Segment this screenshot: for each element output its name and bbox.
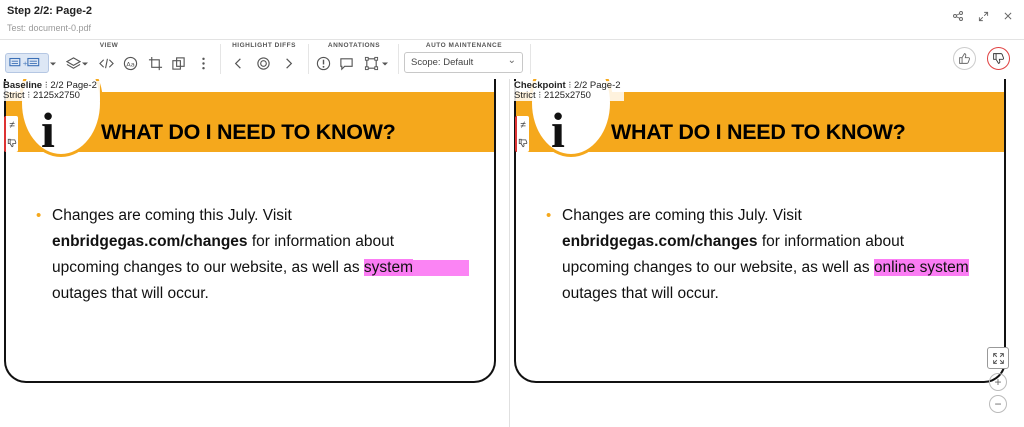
zoom-controls: + −	[987, 347, 1011, 417]
doc-heading: WHAT DO I NEED TO KNOW?	[611, 120, 906, 144]
region-dropdown-icon[interactable]	[380, 54, 390, 72]
zoom-in-button[interactable]: +	[989, 373, 1007, 391]
doc-line: Changes are coming this July. Visit	[562, 207, 802, 224]
checkpoint-label: Checkpoint ⁝ 2/2 Page-2 Strict ⁝ 2125x27…	[511, 81, 624, 101]
doc-line: enbridgegas.com/changes for information …	[52, 233, 395, 250]
baseline-panel[interactable]: WHAT DO I NEED TO KNOW? i • Changes are …	[0, 79, 510, 427]
minus-icon: −	[994, 397, 1002, 411]
view-dropdown-icon[interactable]	[48, 54, 58, 72]
checkpoint-document: WHAT DO I NEED TO KNOW? i • Changes are …	[514, 79, 1006, 383]
expand-icon[interactable]	[975, 8, 991, 24]
highlight-group: HIGHLIGHT DIFFS	[222, 40, 306, 78]
annotations-group-label: ANNOTATIONS	[327, 42, 381, 49]
doc-line: Changes are coming this July. Visit	[52, 207, 292, 224]
thumbs-down-icon	[993, 53, 1004, 64]
doc-line: outages that will occur.	[562, 285, 719, 302]
toolbar-divider	[398, 44, 399, 74]
more-options-icon[interactable]	[193, 54, 213, 72]
side-by-side-toggle[interactable]: +	[5, 53, 49, 73]
doc-heading: WHAT DO I NEED TO KNOW?	[101, 120, 396, 144]
not-equal-icon: ≠	[520, 119, 526, 131]
doc-line: upcoming changes to our website, as well…	[562, 259, 969, 276]
plus-icon: +	[994, 375, 1002, 389]
diff-marker[interactable]: ≠	[4, 116, 18, 152]
chevron-down-icon: ⌄	[507, 55, 516, 66]
svg-text:+: +	[23, 61, 28, 68]
region-icon[interactable]	[361, 54, 381, 72]
toolbar-divider	[308, 44, 309, 74]
view-group-label: VIEW	[99, 42, 119, 49]
diff-highlight[interactable]: system	[915, 259, 969, 276]
bullet-icon: •	[36, 207, 42, 224]
diff-highlight-extension[interactable]	[413, 259, 469, 276]
diff-highlight[interactable]: online	[873, 259, 916, 276]
thumbs-down-button[interactable]	[987, 47, 1010, 70]
share-icon[interactable]	[950, 8, 966, 24]
toolbar-divider	[220, 44, 221, 74]
header: Step 2/2: Page-2 Test: document-0.pdf	[0, 0, 1024, 40]
svg-text:Aa: Aa	[126, 60, 135, 68]
crop-icon[interactable]	[145, 54, 165, 72]
thumbs-down-icon	[7, 139, 17, 148]
doc-line: outages that will occur.	[52, 285, 209, 302]
not-equal-icon: ≠	[9, 119, 15, 131]
diff-marker[interactable]: ≠	[515, 116, 529, 152]
highlight-target-icon[interactable]	[253, 54, 273, 72]
toolbar-divider	[530, 44, 531, 74]
layers-dropdown-icon[interactable]	[80, 54, 90, 72]
doc-link: enbridgegas.com/changes	[52, 233, 248, 250]
highlight-group-label: HIGHLIGHT DIFFS	[232, 42, 296, 49]
zoom-out-button[interactable]: −	[989, 395, 1007, 413]
issue-icon[interactable]	[313, 54, 333, 72]
fit-icon	[992, 352, 1004, 364]
next-diff-icon[interactable]	[278, 54, 298, 72]
code-icon[interactable]	[96, 54, 116, 72]
fit-to-screen-button[interactable]	[987, 347, 1009, 369]
doc-line: upcoming changes to our website, as well…	[52, 255, 492, 281]
info-icon: i	[551, 102, 565, 158]
header-actions	[950, 8, 1016, 24]
bullet-icon: •	[546, 207, 552, 224]
doc-body: • Changes are coming this July. Visit en…	[36, 203, 492, 307]
copy-icon[interactable]	[168, 54, 188, 72]
baseline-document: WHAT DO I NEED TO KNOW? i • Changes are …	[4, 79, 496, 383]
text-compare-icon[interactable]: Aa	[120, 54, 140, 72]
baseline-label: Baseline ⁝ 2/2 Page-2 Strict ⁝ 2125x2750	[0, 81, 100, 101]
prev-diff-icon[interactable]	[228, 54, 248, 72]
scope-select[interactable]: Scope: Default ⌄	[404, 52, 523, 73]
doc-body: • Changes are coming this July. Visit en…	[546, 203, 1002, 307]
view-group: VIEW + Aa	[0, 40, 218, 78]
thumbs-up-button[interactable]	[953, 47, 976, 70]
page-title: Step 2/2: Page-2	[7, 5, 92, 17]
toolbar: VIEW + Aa HIGHLIGHT DIFFS ANNOTATIONS AU…	[0, 40, 1024, 78]
checkpoint-panel[interactable]: WHAT DO I NEED TO KNOW? i • Changes are …	[511, 79, 1024, 427]
annotations-group: ANNOTATIONS	[310, 40, 398, 78]
close-icon[interactable]	[1000, 8, 1016, 24]
scope-value: Scope: Default	[411, 57, 474, 68]
comment-icon[interactable]	[336, 54, 356, 72]
diff-highlight[interactable]: system	[363, 259, 413, 276]
info-icon: i	[41, 102, 55, 158]
thumbs-down-icon	[518, 139, 528, 148]
thumbs-up-icon	[959, 53, 970, 64]
auto-maintenance-label: AUTO MAINTENANCE	[425, 42, 503, 49]
test-subtitle: Test: document-0.pdf	[7, 23, 92, 33]
doc-line: enbridgegas.com/changes for information …	[562, 233, 905, 250]
doc-link: enbridgegas.com/changes	[562, 233, 758, 250]
